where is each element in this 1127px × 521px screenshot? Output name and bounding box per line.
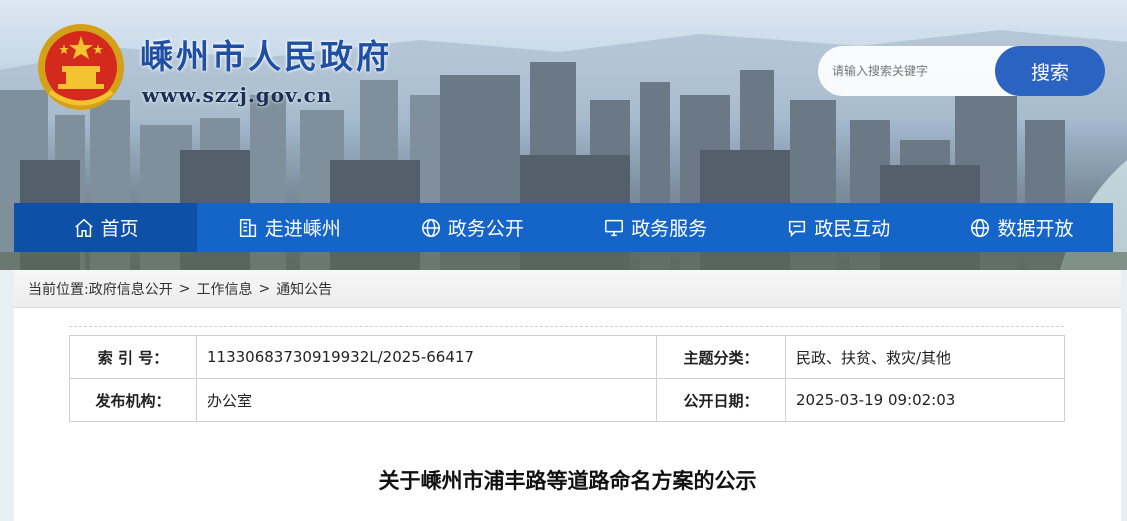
topic-label: 主题分类： bbox=[656, 335, 786, 379]
nav-item-label: 政民互动 bbox=[814, 218, 891, 240]
globe-icon bbox=[421, 218, 440, 237]
nav-item-gov-service[interactable]: 政务服务 bbox=[564, 203, 747, 252]
nav-item-about[interactable]: 走进嵊州 bbox=[197, 203, 380, 252]
divider bbox=[69, 326, 1064, 327]
site-url: www.szzj.gov.cn bbox=[142, 83, 333, 107]
publisher-value: 办公室 bbox=[196, 378, 657, 422]
monitor-icon bbox=[605, 219, 624, 236]
breadcrumb-link[interactable]: 工作信息 bbox=[196, 279, 252, 299]
table-row: 索 引 号： 11330683730919932L/2025-66417 主题分… bbox=[69, 335, 1065, 379]
nav-item-interaction[interactable]: 政民互动 bbox=[747, 203, 930, 252]
table-row: 发布机构： 办公室 公开日期： 2025-03-19 09:02:03 bbox=[69, 378, 1065, 422]
nav-item-home[interactable]: 首页 bbox=[14, 203, 198, 252]
globe-icon bbox=[971, 218, 990, 237]
building-icon bbox=[239, 218, 256, 237]
nav-item-label: 政务公开 bbox=[447, 218, 524, 240]
index-value: 11330683730919932L/2025-66417 bbox=[196, 335, 657, 379]
date-label: 公开日期： bbox=[656, 378, 786, 422]
search-button[interactable]: 搜索 bbox=[995, 46, 1105, 96]
index-label: 索 引 号： bbox=[69, 335, 197, 379]
breadcrumb-link[interactable]: 政府信息公开 bbox=[89, 279, 173, 299]
nav-item-gov-open[interactable]: 政务公开 bbox=[380, 203, 563, 252]
nav-item-label: 政务服务 bbox=[631, 218, 708, 240]
site-title: 嵊州市人民政府 bbox=[140, 37, 392, 76]
breadcrumb-separator: > bbox=[258, 280, 271, 297]
nav-item-label: 数据开放 bbox=[997, 218, 1074, 240]
nav-item-label: 走进嵊州 bbox=[264, 218, 341, 240]
main-content: 索 引 号： 11330683730919932L/2025-66417 主题分… bbox=[14, 308, 1121, 521]
main-nav: 首页 走进嵊州 政务公开 政务服务 政民互动 数据开放 bbox=[14, 203, 1113, 252]
info-table: 索 引 号： 11330683730919932L/2025-66417 主题分… bbox=[69, 335, 1065, 422]
article-title: 关于嵊州市浦丰路等道路命名方案的公示 bbox=[378, 469, 757, 493]
breadcrumb-prefix: 当前位置: bbox=[28, 281, 89, 298]
nav-item-label: 首页 bbox=[100, 218, 139, 240]
date-value: 2025-03-19 09:02:03 bbox=[785, 378, 1065, 422]
home-icon bbox=[74, 218, 93, 237]
search-input[interactable] bbox=[832, 60, 992, 82]
national-emblem-icon bbox=[38, 24, 124, 110]
publisher-label: 发布机构： bbox=[69, 378, 197, 422]
search-box: 搜索 bbox=[818, 46, 1105, 96]
header-banner: 嵊州市人民政府 www.szzj.gov.cn 搜索 首页 走进嵊州 政务公开 bbox=[0, 0, 1127, 270]
topic-value: 民政、扶贫、救灾/其他 bbox=[785, 335, 1065, 379]
breadcrumb-separator: > bbox=[178, 280, 191, 297]
nav-item-open-data[interactable]: 数据开放 bbox=[930, 203, 1113, 252]
breadcrumb: 当前位置: 政府信息公开 > 工作信息 > 通知公告 bbox=[14, 270, 1121, 308]
breadcrumb-link[interactable]: 通知公告 bbox=[276, 279, 332, 299]
chat-icon bbox=[789, 220, 806, 237]
